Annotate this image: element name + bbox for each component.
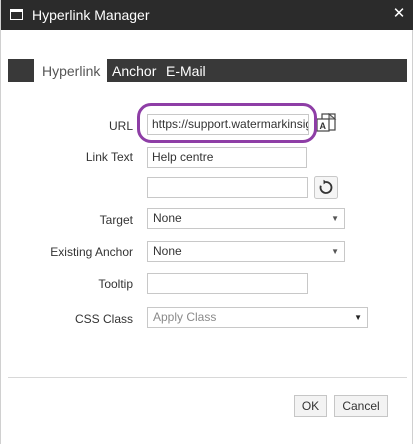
caret-down-icon: ▼ [331, 214, 339, 223]
unlabeled-input[interactable] [147, 177, 308, 198]
url-label: URL [108, 119, 133, 133]
url-input[interactable]: https://support.watermarkinsights [147, 114, 309, 135]
tab-hyperlink[interactable]: Hyperlink [34, 59, 107, 82]
link-text-label: Link Text [85, 150, 133, 164]
target-select[interactable]: None ▼ [147, 208, 345, 229]
css-class-value: Apply Class [153, 310, 217, 324]
ok-button[interactable]: OK [294, 395, 327, 417]
caret-down-icon: ▼ [331, 247, 339, 256]
tab-email[interactable]: E-Mail [166, 59, 206, 82]
tooltip-label: Tooltip [98, 277, 133, 291]
svg-text:A: A [320, 121, 327, 131]
close-button[interactable]: ✕ [391, 6, 407, 22]
tab-bar: Hyperlink Anchor E-Mail [8, 59, 407, 82]
target-label: Target [99, 213, 133, 227]
document-manager-icon[interactable]: A [316, 113, 338, 133]
window-icon [10, 9, 23, 20]
cancel-button[interactable]: Cancel [334, 395, 388, 417]
footer-divider [8, 377, 407, 378]
dialog-title: Hyperlink Manager [32, 7, 150, 23]
caret-down-icon: ▼ [354, 313, 362, 322]
tooltip-input[interactable] [147, 273, 308, 294]
css-class-label: CSS Class [74, 312, 133, 326]
hyperlink-manager-dialog: Hyperlink Manager ✕ Hyperlink Anchor E-M… [0, 0, 413, 444]
css-class-select[interactable]: Apply Class ▼ [147, 307, 368, 328]
target-value: None [153, 211, 182, 225]
tab-anchor[interactable]: Anchor [112, 59, 156, 82]
existing-anchor-value: None [153, 244, 182, 258]
refresh-icon[interactable] [314, 176, 338, 199]
title-bar: Hyperlink Manager ✕ [1, 0, 413, 30]
link-text-input[interactable]: Help centre [147, 147, 307, 168]
existing-anchor-select[interactable]: None ▼ [147, 241, 345, 262]
existing-anchor-label: Existing Anchor [50, 245, 133, 259]
